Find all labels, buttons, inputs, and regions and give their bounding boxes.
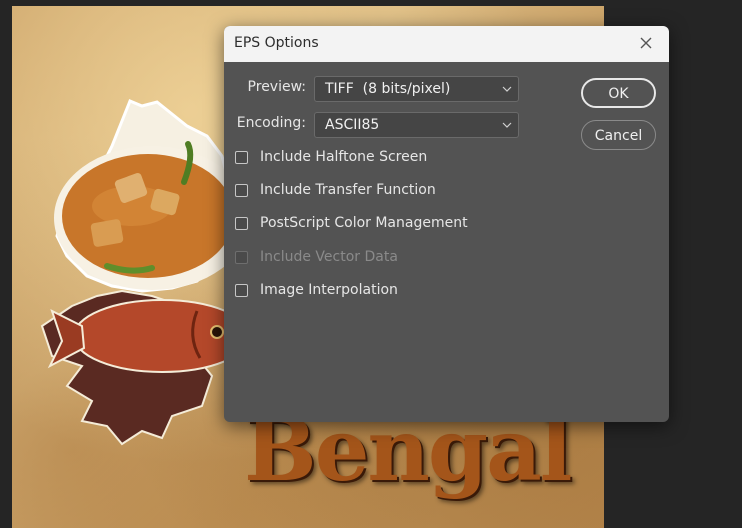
preview-label: Preview: <box>247 79 306 95</box>
eps-options-dialog: EPS Options Preview: TIFF (8 bits/pixel)… <box>224 26 669 422</box>
encoding-value: ASCII85 <box>325 117 380 133</box>
postscript-color-management-label: PostScript Color Management <box>260 215 468 231</box>
halftone-screen-checkbox[interactable] <box>235 151 248 164</box>
vector-data-label: Include Vector Data <box>260 249 398 265</box>
vector-data-checkbox <box>235 251 248 264</box>
transfer-function-checkbox[interactable] <box>235 184 248 197</box>
preview-select[interactable]: TIFF (8 bits/pixel) <box>314 76 519 102</box>
postscript-color-management-checkbox[interactable] <box>235 217 248 230</box>
fish-eye <box>210 325 224 339</box>
image-interpolation-checkbox[interactable] <box>235 284 248 297</box>
close-icon <box>640 37 652 49</box>
preview-value: TIFF (8 bits/pixel) <box>325 81 451 97</box>
transfer-function-label: Include Transfer Function <box>260 182 436 198</box>
halftone-screen-label: Include Halftone Screen <box>260 149 428 165</box>
ok-button[interactable]: OK <box>581 78 656 108</box>
cancel-button[interactable]: Cancel <box>581 120 656 150</box>
chevron-down-icon <box>502 122 512 128</box>
encoding-select[interactable]: ASCII85 <box>314 112 519 138</box>
chevron-down-icon <box>502 86 512 92</box>
dialog-title-bar[interactable]: EPS Options <box>224 26 669 62</box>
dialog-title: EPS Options <box>234 35 319 51</box>
fish-piece <box>90 219 124 247</box>
encoding-label: Encoding: <box>236 115 306 131</box>
image-interpolation-label: Image Interpolation <box>260 282 398 298</box>
close-button[interactable] <box>637 34 655 52</box>
